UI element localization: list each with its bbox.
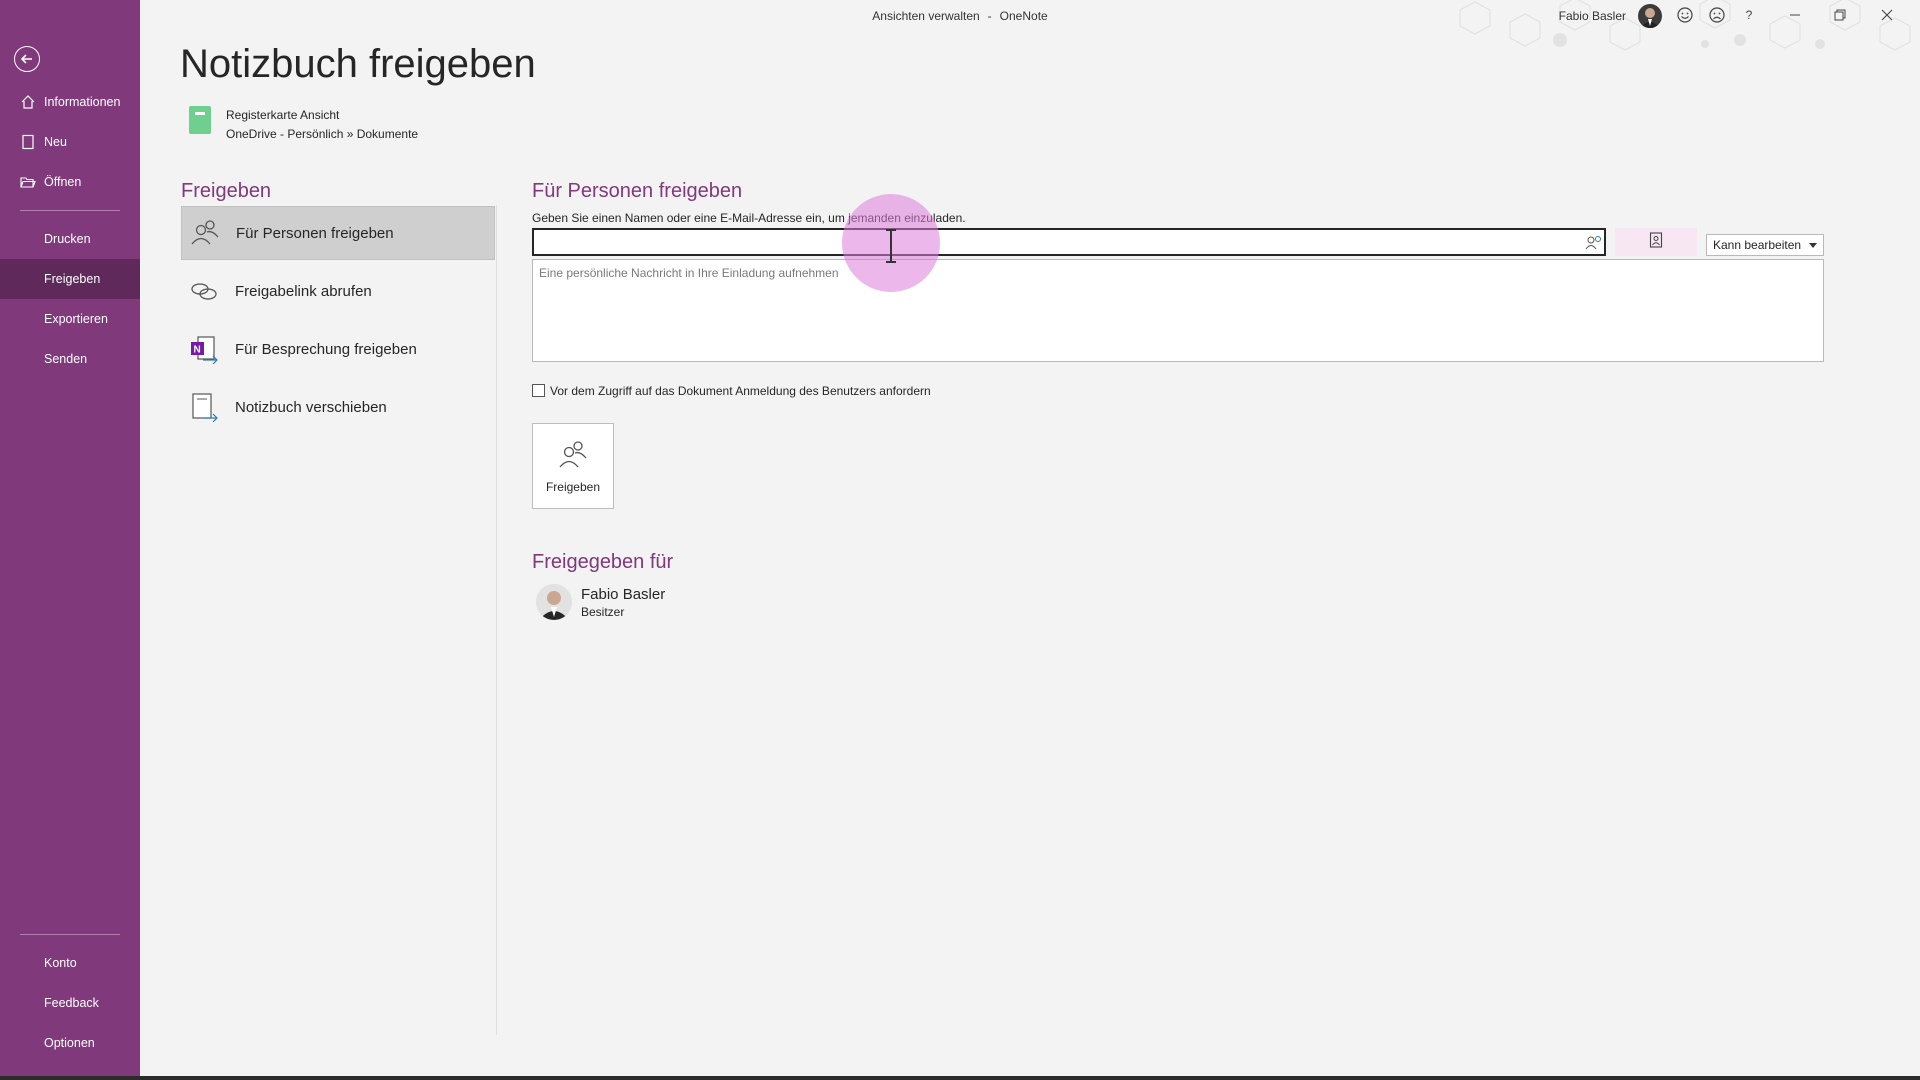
sidebar-item-label: Exportieren (44, 312, 108, 326)
sidebar-item-label: Drucken (44, 232, 91, 246)
invite-people-input[interactable] (532, 228, 1606, 256)
account-avatar[interactable] (1638, 4, 1662, 28)
sidebar-item-informationen[interactable]: Informationen (0, 82, 140, 122)
sidebar-item-label: Informationen (44, 95, 121, 109)
back-arrow-icon[interactable] (14, 46, 40, 72)
new-page-icon (20, 134, 36, 150)
close-icon[interactable] (1876, 4, 1898, 26)
address-book-icon (1649, 231, 1663, 253)
window-title: Ansichten verwalten - OneNote (0, 9, 1920, 23)
frown-feedback-icon[interactable] (1706, 4, 1728, 26)
sidebar-item-freigeben[interactable]: Freigeben (0, 259, 140, 299)
bottom-border (0, 1076, 1920, 1080)
sidebar-item-oeffnen[interactable]: Öffnen (0, 162, 140, 202)
check-names-icon[interactable] (1585, 234, 1603, 250)
sidebar-item-drucken[interactable]: Drucken (0, 219, 140, 259)
option-share-with-meeting[interactable]: N Für Besprechung freigeben (181, 322, 495, 376)
option-label: Freigabelink abrufen (235, 282, 372, 300)
smiley-feedback-icon[interactable] (1674, 4, 1696, 26)
sidebar-item-label: Senden (44, 352, 88, 366)
sidebar-item-feedback[interactable]: Feedback (0, 983, 140, 1023)
shared-person-role: Besitzer (581, 605, 625, 619)
shared-person-name: Fabio Basler (581, 586, 666, 603)
sidebar-item-neu[interactable]: Neu (0, 122, 140, 162)
invite-instruction: Geben Sie einen Namen oder eine E-Mail-A… (532, 211, 966, 225)
invite-heading: Für Personen freigeben (532, 180, 743, 202)
sidebar-divider (20, 210, 120, 211)
option-move-notebook[interactable]: Notizbuch verschieben (181, 380, 495, 434)
sidebar-item-label: Feedback (44, 996, 99, 1010)
sidebar-item-label: Optionen (44, 1036, 95, 1050)
option-label: Für Personen freigeben (236, 224, 394, 242)
address-book-button[interactable] (1615, 228, 1697, 256)
option-label: Notizbuch verschieben (235, 398, 387, 416)
svg-text:N: N (194, 345, 201, 356)
home-icon (20, 94, 36, 110)
sidebar-item-label: Neu (44, 135, 67, 149)
onenote-meeting-icon: N (187, 332, 221, 366)
backstage-sidebar: Informationen Neu Öffnen Drucken Freigeb… (0, 0, 140, 1080)
help-icon[interactable]: ? (1738, 4, 1760, 26)
avatar (536, 584, 572, 620)
sidebar-item-label: Öffnen (44, 175, 82, 189)
sidebar-item-optionen[interactable]: Optionen (0, 1023, 140, 1063)
sidebar-item-exportieren[interactable]: Exportieren (0, 299, 140, 339)
permission-value: Kann bearbeiten (1713, 238, 1802, 252)
notebook-icon (189, 106, 211, 134)
require-signin-label: Vor dem Zugriff auf das Dokument Anmeldu… (550, 384, 931, 398)
link-icon (187, 274, 221, 308)
column-divider (496, 205, 497, 1035)
sidebar-item-konto[interactable]: Konto (0, 943, 140, 983)
page-title: Notizbuch freigeben (180, 42, 536, 86)
option-get-share-link[interactable]: Freigabelink abrufen (181, 264, 495, 318)
sidebar-item-label: Konto (44, 956, 77, 970)
share-section-heading: Freigeben (181, 180, 272, 202)
share-button[interactable]: Freigeben (532, 423, 614, 509)
notebook-path: OneDrive - Persönlich » Dokumente (226, 127, 419, 141)
share-button-label: Freigeben (545, 479, 601, 494)
option-label: Für Besprechung freigeben (235, 340, 417, 358)
sidebar-item-label: Freigeben (44, 272, 101, 286)
shared-with-heading: Freigegeben für (532, 551, 674, 573)
share-people-icon (557, 439, 589, 474)
sidebar-divider (20, 934, 120, 935)
permission-dropdown[interactable]: Kann bearbeiten (1706, 234, 1824, 256)
title-separator: - (987, 9, 992, 23)
personal-message-field[interactable] (532, 259, 1824, 362)
app-name: OneNote (999, 9, 1048, 23)
restore-icon[interactable] (1829, 4, 1851, 26)
sidebar-item-senden[interactable]: Senden (0, 339, 140, 379)
move-notebook-icon (187, 390, 221, 424)
account-name[interactable]: Fabio Basler (1559, 9, 1626, 23)
people-icon (188, 216, 222, 250)
notebook-name: Registerkarte Ansicht (226, 108, 340, 122)
require-signin-checkbox[interactable] (532, 384, 545, 397)
document-title: Ansichten verwalten (872, 9, 980, 23)
chevron-down-icon (1809, 243, 1817, 248)
minimize-icon[interactable] (1784, 4, 1806, 26)
folder-open-icon (20, 174, 36, 190)
option-share-with-people[interactable]: Für Personen freigeben (181, 206, 495, 260)
